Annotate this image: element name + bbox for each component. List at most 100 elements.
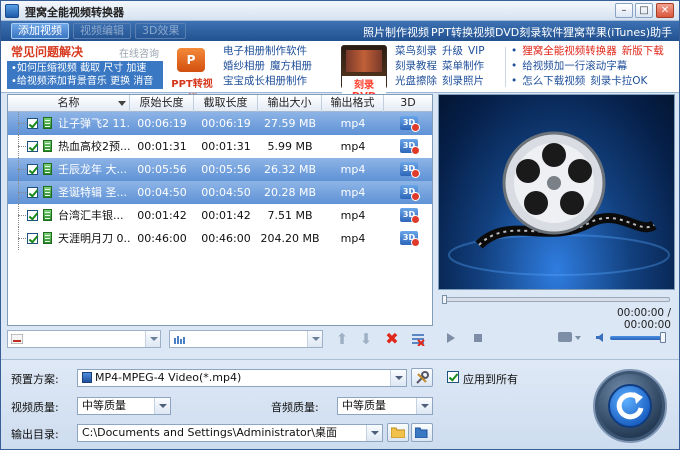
table-row[interactable]: 让子弹飞2 11... 00:06:19 00:06:19 27.59 MB mp4 3D bbox=[8, 112, 432, 135]
promo-link[interactable]: VIP bbox=[468, 45, 485, 57]
faq-title[interactable]: 常见问题解决 bbox=[11, 43, 83, 60]
output-folder-select[interactable]: C:\Documents and Settings\Administrator\… bbox=[77, 424, 383, 442]
promo-link[interactable]: 刻录卡拉OK bbox=[590, 75, 647, 87]
row-checkbox[interactable] bbox=[27, 118, 38, 129]
browse-folder-button[interactable] bbox=[387, 423, 409, 442]
ppt-to-video-link[interactable]: PPT转换视频 bbox=[431, 24, 495, 40]
stop-icon[interactable] bbox=[474, 334, 482, 342]
row-checkbox[interactable] bbox=[27, 164, 38, 175]
play-icon[interactable] bbox=[447, 333, 455, 343]
online-consult-link[interactable]: 在线咨询 bbox=[119, 45, 159, 60]
move-down-icon[interactable]: ⬇ bbox=[357, 330, 375, 348]
table-row[interactable]: 台湾汇丰银... 00:01:42 00:01:42 7.51 MB mp4 3D bbox=[8, 204, 432, 227]
column-header-3d[interactable]: 3D bbox=[384, 95, 432, 112]
open-folder-button[interactable] bbox=[411, 423, 433, 442]
volume-slider[interactable] bbox=[610, 336, 666, 340]
photo-to-video-link[interactable]: 照片制作视频 bbox=[363, 24, 429, 40]
file-list-header: 名称 原始长度 截取长度 输出大小 输出格式 3D bbox=[8, 95, 432, 112]
faq-link-music[interactable]: •给视频添加背景音乐 更换 消音 bbox=[11, 75, 159, 88]
3d-settings-icon[interactable]: 3D bbox=[400, 139, 420, 155]
promo-link[interactable]: 宝宝成长相册制作 bbox=[223, 75, 307, 87]
minimize-button[interactable]: – bbox=[615, 3, 633, 18]
promo-column-dvd: 菜鸟刻录 升级 VIP 刻录教程 菜单制作 光盘擦除 刻录照片 bbox=[395, 44, 490, 89]
table-row[interactable]: 热血高校2预... 00:01:31 00:01:31 5.99 MB mp4 3D bbox=[8, 135, 432, 158]
delete-icon[interactable]: ✖ bbox=[383, 330, 401, 348]
promo-link[interactable]: 怎么下载视频 bbox=[522, 75, 585, 87]
itunes-helper-link[interactable]: 狸窝苹果(iTunes)助手 bbox=[563, 24, 672, 40]
preset-select[interactable]: MP4-MPEG-4 Video(*.mp4) bbox=[77, 369, 407, 387]
tree-branch bbox=[18, 215, 26, 216]
column-header-name[interactable]: 名称 bbox=[8, 95, 130, 112]
row-checkbox[interactable] bbox=[27, 233, 38, 244]
promo-link[interactable]: 菜单制作 bbox=[442, 60, 484, 72]
3d-settings-icon[interactable]: 3D bbox=[400, 185, 420, 201]
promo-link[interactable]: 刻录照片 bbox=[442, 75, 484, 87]
promo-link[interactable]: 刻录教程 bbox=[395, 60, 437, 72]
tools-icon bbox=[416, 371, 429, 384]
apply-all-checkbox[interactable] bbox=[447, 371, 459, 383]
title-bar: 狸窝全能视频转换器 – □ ✕ bbox=[1, 1, 679, 21]
video-file-icon bbox=[43, 117, 52, 129]
clear-list-icon[interactable] bbox=[409, 330, 427, 348]
column-header-orig-length[interactable]: 原始长度 bbox=[130, 95, 194, 112]
promo-link[interactable]: 菜鸟刻录 bbox=[395, 45, 437, 57]
dvd-burner-link[interactable]: DVD刻录软件 bbox=[495, 24, 563, 40]
promo-link[interactable]: 魔方相册 bbox=[270, 60, 312, 72]
edit-video-button[interactable]: 视频编辑 bbox=[73, 23, 131, 39]
ppt-to-video-promo[interactable]: P PPT转视频 bbox=[169, 45, 215, 105]
promo-link[interactable]: 升级 bbox=[442, 45, 463, 57]
row-checkbox[interactable] bbox=[27, 210, 38, 221]
subtitle-select[interactable] bbox=[7, 330, 161, 348]
volume-icon[interactable] bbox=[596, 333, 606, 342]
3d-settings-icon[interactable]: 3D bbox=[400, 208, 420, 224]
3d-settings-icon[interactable]: 3D bbox=[400, 231, 420, 247]
cell-size: 5.99 MB bbox=[267, 140, 313, 153]
column-header-output-format[interactable]: 输出格式 bbox=[322, 95, 384, 112]
3d-settings-icon[interactable]: 3D bbox=[400, 116, 420, 132]
promo-link[interactable]: 给视频加一行滚动字幕 bbox=[522, 60, 627, 72]
seek-handle[interactable] bbox=[442, 295, 447, 304]
file-name: 热血高校2预... bbox=[58, 140, 130, 153]
faq-links: •如何压缩视频 截取 尺寸 加速 •给视频添加背景音乐 更换 消音 bbox=[7, 61, 163, 89]
promo-link[interactable]: 电子相册制作软件 bbox=[223, 45, 307, 57]
row-checkbox[interactable] bbox=[27, 187, 38, 198]
audio-track-select[interactable] bbox=[169, 330, 323, 348]
add-video-button[interactable]: 添加视频 bbox=[11, 23, 69, 39]
output-folder-label: 输出目录: bbox=[11, 428, 59, 441]
dvd-burn-promo[interactable]: 刻录DVD bbox=[341, 45, 387, 102]
app-logo-icon bbox=[5, 4, 19, 18]
promo-link[interactable]: 狸窝全能视频转换器 bbox=[522, 45, 617, 57]
cell-orig: 00:01:42 bbox=[137, 209, 187, 222]
column-header-cut-length[interactable]: 截取长度 bbox=[194, 95, 258, 112]
close-button[interactable]: ✕ bbox=[656, 3, 674, 18]
3d-settings-icon[interactable]: 3D bbox=[400, 162, 420, 178]
table-row[interactable]: 圣诞特辑 圣... 00:04:50 00:04:50 20.28 MB mp4 3D bbox=[8, 181, 432, 204]
table-row[interactable]: 天涯明月刀 0... 00:46:00 00:46:00 204.20 MB mp4 3D bbox=[8, 227, 432, 250]
cell-fmt: mp4 bbox=[340, 186, 366, 199]
promo-link[interactable]: 光盘擦除 bbox=[395, 75, 437, 87]
chevron-down-icon bbox=[366, 425, 382, 441]
video-quality-select[interactable]: 中等质量 bbox=[77, 397, 171, 415]
promo-link[interactable]: 婚纱相册 bbox=[223, 60, 265, 72]
faq-link-compress[interactable]: •如何压缩视频 截取 尺寸 加速 bbox=[11, 62, 159, 75]
promo-link[interactable]: 新版下载 bbox=[622, 45, 664, 57]
volume-handle[interactable] bbox=[660, 332, 667, 343]
convert-button[interactable] bbox=[593, 369, 667, 443]
move-up-icon[interactable]: ⬆ bbox=[333, 330, 351, 348]
seek-bar[interactable] bbox=[442, 295, 670, 304]
audio-quality-select[interactable]: 中等质量 bbox=[337, 397, 433, 415]
chevron-down-icon bbox=[154, 398, 170, 414]
promo-divider bbox=[505, 47, 506, 87]
subtitle-icon bbox=[11, 334, 23, 344]
snapshot-icon[interactable] bbox=[558, 332, 572, 342]
maximize-button[interactable]: □ bbox=[635, 3, 653, 18]
row-checkbox[interactable] bbox=[27, 141, 38, 152]
movie-thumbnail bbox=[346, 50, 382, 72]
video-file-icon bbox=[43, 140, 52, 152]
video-quality-value: 中等质量 bbox=[82, 399, 126, 412]
column-header-output-size[interactable]: 输出大小 bbox=[258, 95, 322, 112]
chevron-down-icon[interactable] bbox=[575, 336, 581, 340]
table-row[interactable]: 壬辰龙年 大... 00:05:56 00:05:56 26.32 MB mp4 3D bbox=[8, 158, 432, 181]
3d-effect-button[interactable]: 3D效果 bbox=[135, 23, 187, 39]
advanced-settings-button[interactable] bbox=[411, 368, 433, 387]
